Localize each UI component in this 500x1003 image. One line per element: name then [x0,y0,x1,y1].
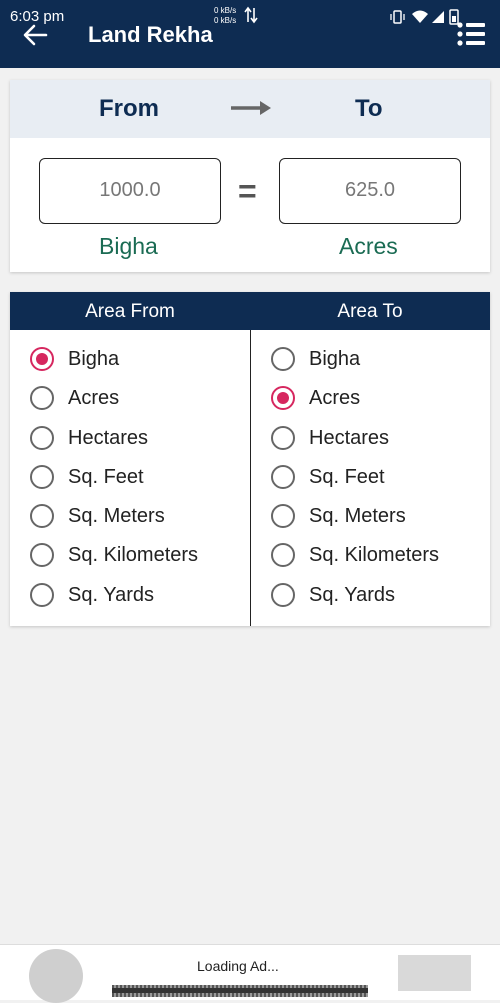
area-to-option-label: Acres [309,387,361,410]
area-to-option[interactable]: Sq. Kilometers [271,543,439,582]
network-speed: 0 kB/s 0 kB/s [214,6,236,26]
area-from-radio-group: Bigha Acres Hectares Sq. Feet Sq. Meters Sq. … [30,347,198,622]
radio-button-icon[interactable] [30,386,54,411]
area-from-option[interactable]: Sq. Meters [30,504,198,543]
area-selection-card: Area From Area To Bigha Acres Hectares Sq. … [10,292,490,626]
ad-loading-bar [112,985,368,997]
converter-header: From To [10,80,490,138]
radio-button-icon[interactable] [30,543,54,568]
area-from-option[interactable]: Sq. Kilometers [30,543,198,582]
ad-banner[interactable]: Loading Ad... [0,944,500,1003]
area-from-option-label: Sq. Kilometers [68,544,199,567]
net-up-speed: 0 kB/s [214,6,237,15]
area-to-option-label: Hectares [309,426,390,449]
radio-button-icon[interactable] [271,425,295,450]
area-from-option[interactable]: Bigha [30,347,198,386]
back-arrow-icon[interactable] [22,22,48,48]
area-from-header: Area From [10,292,250,330]
area-from-option-label: Bigha [68,348,120,370]
area-to-option-label: Sq. Yards [309,583,395,606]
radio-button-icon[interactable] [30,464,54,489]
data-transfer-icon [244,6,258,24]
radio-button-icon[interactable] [271,464,295,489]
to-heading: To [355,95,383,122]
area-to-option[interactable]: Sq. Yards [271,582,439,622]
ad-placeholder-button [398,955,471,991]
radio-button-icon[interactable] [30,425,54,450]
area-from-option[interactable]: Sq. Feet [30,464,198,504]
vibrate-icon [390,10,405,24]
area-to-header: Area To [250,292,490,330]
from-value-input[interactable]: 1000.0 [39,158,221,224]
column-divider [250,330,251,626]
radio-button-icon[interactable] [271,543,295,568]
ad-placeholder-avatar [29,949,83,1003]
right-arrow-icon [231,101,271,115]
area-to-option[interactable]: Sq. Meters [271,504,439,543]
area-from-option[interactable]: Hectares [30,425,198,465]
wifi-icon [412,10,428,23]
area-from-option-label: Hectares [68,426,149,449]
area-from-option-label: Sq. Feet [68,465,144,488]
ad-loading-text: Loading Ad... [197,958,279,974]
radio-button-icon[interactable] [30,347,54,371]
signal-icon [432,11,444,23]
area-to-option[interactable]: Sq. Feet [271,464,439,504]
radio-button-icon[interactable] [271,582,295,607]
area-from-option-label: Sq. Yards [68,583,154,606]
area-from-option-label: Acres [68,387,120,410]
to-unit-label: Acres [339,233,398,259]
from-unit-label: Bigha [99,233,158,259]
area-to-option[interactable]: Bigha [271,347,439,386]
area-from-option[interactable]: Sq. Yards [30,582,198,622]
area-to-option[interactable]: Acres [271,386,439,425]
area-to-option-label: Sq. Feet [309,465,385,488]
radio-button-icon[interactable] [30,504,54,529]
radio-button-icon[interactable] [271,347,295,371]
net-down-speed: 0 kB/s [214,16,237,25]
area-to-option-label: Bigha [309,348,361,370]
page-title: Land Rekha [88,22,213,47]
radio-button-icon[interactable] [271,504,295,529]
area-to-radio-group: Bigha Acres Hectares Sq. Feet Sq. Meters Sq. … [271,347,439,622]
radio-button-icon[interactable] [271,386,295,411]
converter-card: From To 1000.0 = 625.0 Bigha Acres [10,80,490,272]
hamburger-menu-icon[interactable] [456,20,486,48]
app-bar: 6:03 pm 0 kB/s 0 kB/s Land Rekha [0,0,500,68]
radio-button-icon[interactable] [30,582,54,607]
from-heading: From [99,95,159,122]
area-to-option[interactable]: Hectares [271,425,439,465]
equals-sign: = [238,173,257,209]
area-to-option-label: Sq. Kilometers [309,544,440,567]
area-from-option[interactable]: Acres [30,386,198,425]
area-from-option-label: Sq. Meters [68,505,165,528]
to-value-field[interactable]: 625.0 [279,158,461,224]
area-to-option-label: Sq. Meters [309,505,406,528]
